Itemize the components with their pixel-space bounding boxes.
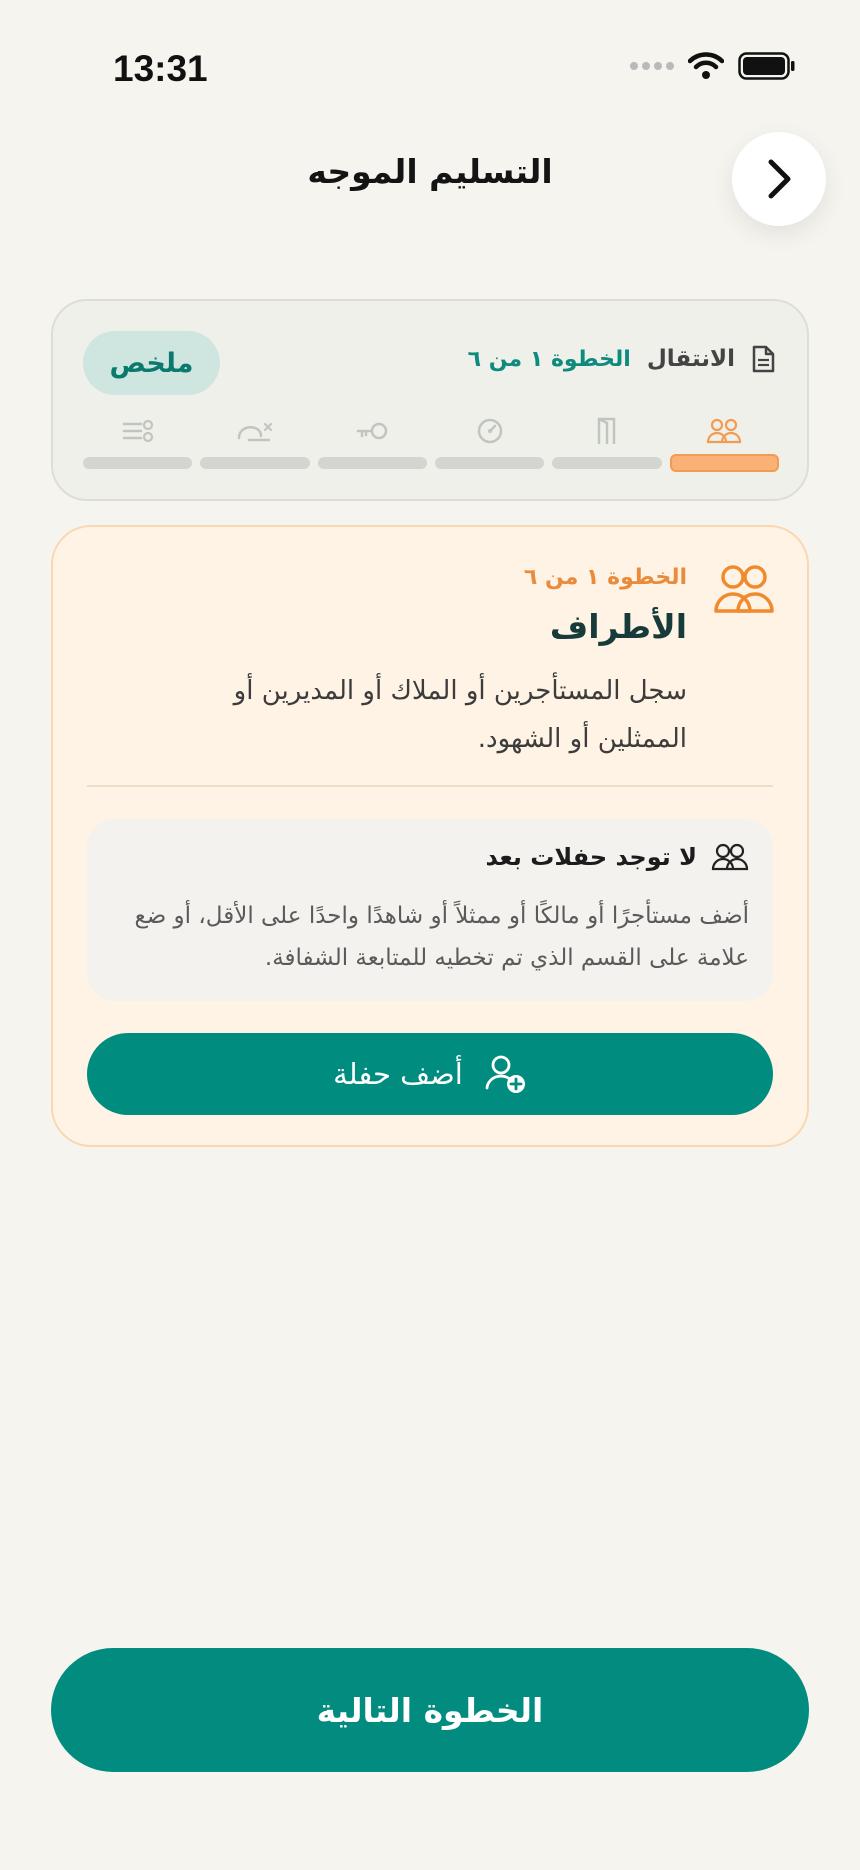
- divider: [87, 785, 773, 787]
- progress-section-label: الانتقال: [646, 346, 735, 372]
- empty-state-description: أضف مستأجرًا أو مالكًا أو ممثلاً أو شاهد…: [134, 903, 749, 971]
- progress-step-text: الخطوة ١ من ٦: [467, 346, 631, 372]
- step-2-bar: [552, 457, 662, 469]
- step-5-bar: [200, 457, 310, 469]
- signal-dots-icon: [630, 62, 674, 70]
- step-counter: الخطوة ١ من ٦: [523, 565, 687, 590]
- step-4-key-icon[interactable]: [318, 413, 427, 449]
- step-1-bar: [669, 454, 779, 472]
- add-person-icon: [485, 1055, 525, 1093]
- step-description: سجل المستأجرين أو الملاك أو المديرين أو …: [233, 676, 687, 754]
- wifi-icon: [688, 52, 724, 79]
- step-progress-bars: [83, 454, 779, 472]
- empty-state-title: لا توجد حفلات بعد: [485, 843, 698, 871]
- step-6-checklist-icon[interactable]: [83, 413, 192, 449]
- next-step-button[interactable]: الخطوة التالية: [51, 1648, 809, 1772]
- step-6-bar: [83, 457, 193, 469]
- people-outline-icon: [711, 843, 749, 871]
- step-4-bar: [317, 457, 427, 469]
- step-5-damage-icon[interactable]: [200, 413, 309, 449]
- summary-button[interactable]: ملخص: [83, 331, 220, 395]
- progress-card: الانتقال الخطوة ١ من ٦ ملخص: [51, 299, 809, 501]
- empty-state-header: لا توجد حفلات بعد: [486, 843, 750, 871]
- add-party-button[interactable]: أضف حفلة: [87, 1033, 773, 1115]
- page-title: التسليم الموجه: [307, 152, 553, 191]
- step-title: الأطراف: [549, 607, 687, 646]
- step-3-gauge-icon[interactable]: [435, 413, 544, 449]
- step-3-bar: [434, 457, 545, 469]
- status-bar: 13:31: [0, 0, 860, 140]
- step-icons: [83, 413, 779, 449]
- battery-icon: [738, 52, 795, 80]
- step-1-people-icon[interactable]: [670, 413, 779, 449]
- document-icon: [752, 345, 775, 373]
- step-card: الخطوة ١ من ٦ الأطراف سجل المستأجرين أو …: [51, 525, 809, 1147]
- status-icons: [630, 52, 796, 80]
- step-2-door-icon[interactable]: [552, 413, 661, 449]
- empty-state: لا توجد حفلات بعد أضف مستأجرًا أو مالكًا…: [87, 819, 773, 1001]
- add-party-label: أضف حفلة: [333, 1057, 463, 1091]
- status-time: 13:31: [113, 48, 208, 89]
- screen: 13:31 التسليم الموجه الانتقال الخطوة ١ م…: [0, 0, 860, 1870]
- people-icon: [714, 565, 774, 613]
- progress-header: الانتقال الخطوة ١ من ٦: [468, 345, 775, 373]
- next-step-label: الخطوة التالية: [316, 1690, 544, 1730]
